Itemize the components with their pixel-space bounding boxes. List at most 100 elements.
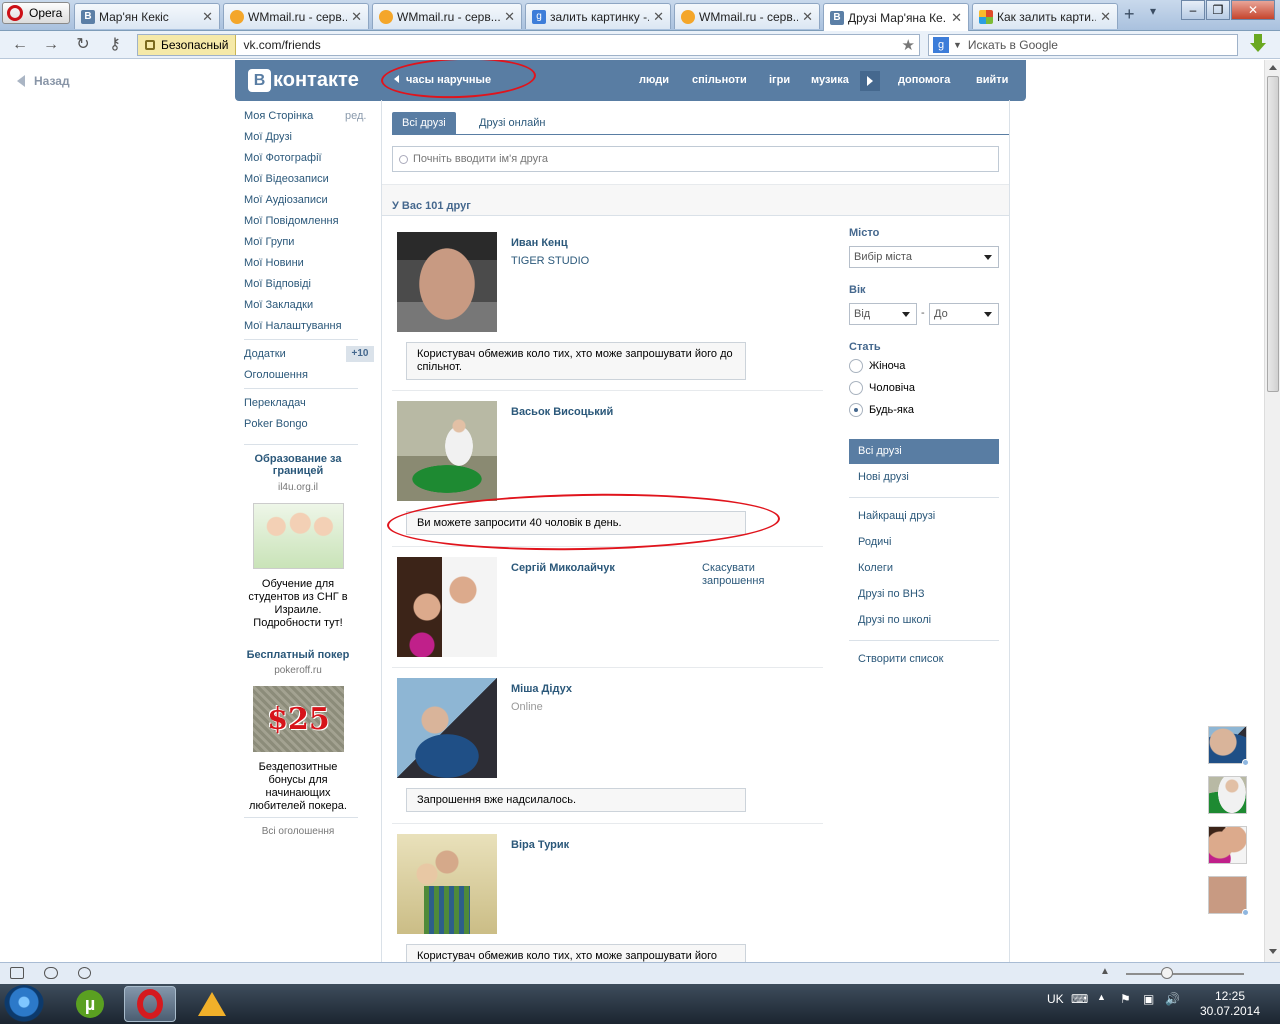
browser-tab[interactable]: g залить картинку -... ✕	[525, 3, 671, 29]
menu-logout[interactable]: вийти	[976, 74, 1008, 86]
nav-my-messages[interactable]: Мої Повідомлення	[244, 215, 339, 227]
zoom-out-icon[interactable]: ▲	[1100, 966, 1110, 977]
restore-icon[interactable]: ❐	[1206, 0, 1230, 20]
friend-name[interactable]: Иван Кенц	[511, 237, 568, 249]
opera-unite-icon[interactable]	[44, 967, 58, 979]
panel-toggle-icon[interactable]	[10, 967, 24, 979]
browser-search-field[interactable]: g ▼ Искать в Google	[928, 34, 1238, 56]
nav-my-videos[interactable]: Мої Відеозаписи	[244, 173, 329, 185]
bookmark-star-icon[interactable]: ★	[902, 36, 919, 54]
age-from-select[interactable]: Від	[849, 303, 917, 325]
nav-my-replies[interactable]: Мої Відповіді	[244, 278, 311, 290]
nav-edit-link[interactable]: ред.	[345, 110, 366, 122]
taskbar-opera[interactable]	[124, 986, 176, 1022]
menu-games[interactable]: ігри	[769, 74, 790, 86]
scroll-down-icon[interactable]	[1268, 946, 1278, 958]
browser-tab[interactable]: Как залить карти... ✕	[972, 3, 1118, 29]
friend-photo[interactable]	[397, 232, 497, 332]
sex-option-male[interactable]: Чоловіча	[849, 381, 915, 395]
cancel-invite-link[interactable]: Скасувати запрошення	[702, 562, 782, 588]
close-tab-icon[interactable]: ✕	[802, 9, 813, 25]
friend-name[interactable]: Васьок Висоцький	[511, 406, 613, 418]
close-tab-icon[interactable]: ✕	[504, 9, 515, 25]
back-link[interactable]: Назад	[17, 74, 70, 88]
taskbar-utorrent[interactable]: µ	[64, 986, 116, 1022]
list-best-friends[interactable]: Найкращі друзі	[849, 504, 999, 529]
forward-arrow-icon[interactable]: →	[40, 35, 62, 55]
city-select[interactable]: Вибір міста	[849, 246, 999, 268]
list-university-friends[interactable]: Друзі по ВНЗ	[849, 582, 999, 607]
nav-my-photos[interactable]: Мої Фотографії	[244, 152, 322, 164]
windows-start-icon[interactable]	[4, 985, 44, 1023]
turbo-icon[interactable]	[78, 967, 91, 979]
chat-avatar[interactable]	[1208, 726, 1249, 766]
close-tab-icon[interactable]: ✕	[653, 9, 664, 25]
system-clock[interactable]: 12:25 30.07.2014	[1190, 989, 1270, 1019]
keyboard-icon[interactable]: ⌨	[1071, 992, 1088, 1006]
chat-avatar[interactable]	[1208, 826, 1247, 864]
tab-list-icon[interactable]: ▾	[1150, 4, 1156, 18]
ad-title[interactable]: Бесплатный покер	[244, 649, 352, 661]
menu-communities[interactable]: спільноти	[692, 74, 747, 86]
scroll-thumb[interactable]	[1267, 76, 1279, 392]
friend-photo[interactable]	[397, 401, 497, 501]
friend-name[interactable]: Міша Дідух	[511, 683, 572, 695]
list-relatives[interactable]: Родичі	[849, 530, 999, 555]
close-tab-icon[interactable]: ✕	[351, 9, 362, 25]
list-new-friends[interactable]: Нові друзі	[849, 465, 999, 490]
browser-tab[interactable]: WMmail.ru - серв... ✕	[223, 3, 369, 29]
new-tab-icon[interactable]: +	[1124, 4, 1135, 25]
language-indicator[interactable]: UK	[1047, 992, 1064, 1006]
radio-icon[interactable]	[849, 381, 863, 395]
taskbar-aimp[interactable]	[186, 986, 238, 1022]
network-icon[interactable]: ▣	[1143, 992, 1154, 1006]
opera-menu-button[interactable]: Opera	[2, 2, 70, 24]
tab-all-friends[interactable]: Всі друзі	[392, 112, 456, 135]
menu-help[interactable]: допомога	[898, 74, 950, 86]
address-field[interactable]: Безопасный vk.com/friends ★	[137, 34, 920, 56]
ad-title[interactable]: Образование за границей	[244, 453, 352, 477]
nav-my-page[interactable]: Моя Сторінка	[244, 110, 313, 122]
nav-my-settings[interactable]: Мої Налаштування	[244, 320, 342, 332]
age-to-select[interactable]: До	[929, 303, 999, 325]
nav-apps[interactable]: Додатки	[244, 348, 286, 360]
ad-text[interactable]: Обучение для студентов из СНГ в Израиле.…	[244, 578, 352, 630]
ad-image[interactable]: $25	[253, 686, 344, 752]
nav-poker-bongo[interactable]: Poker Bongo	[244, 418, 308, 430]
all-ads-link[interactable]: Всі оголошення	[244, 826, 352, 837]
security-badge[interactable]: Безопасный	[138, 35, 237, 55]
radio-icon[interactable]	[849, 359, 863, 373]
action-center-flag-icon[interactable]: ⚑	[1120, 992, 1131, 1006]
reload-icon[interactable]: ↻	[72, 35, 94, 55]
radio-selected-icon[interactable]	[849, 403, 863, 417]
friend-group[interactable]: TIGER STUDIO	[511, 255, 589, 267]
show-hidden-icons-icon[interactable]: ▲	[1097, 992, 1106, 1002]
ad-image[interactable]	[253, 503, 344, 569]
apps-count-badge[interactable]: +10	[346, 346, 374, 362]
back-arrow-icon[interactable]: ←	[9, 35, 31, 55]
key-icon[interactable]: ⚷	[104, 35, 126, 55]
create-list-link[interactable]: Створити список	[849, 647, 999, 672]
nav-my-groups[interactable]: Мої Групи	[244, 236, 294, 248]
friend-search-input[interactable]: Почніть вводити ім'я друга	[392, 146, 999, 172]
url-text[interactable]: vk.com/friends	[236, 38, 901, 52]
list-all-friends[interactable]: Всі друзі	[849, 439, 999, 464]
chat-avatar[interactable]	[1208, 876, 1249, 916]
nav-my-news[interactable]: Мої Новини	[244, 257, 304, 269]
chat-avatar[interactable]	[1208, 776, 1247, 814]
menu-people[interactable]: люди	[639, 74, 669, 86]
search-engine-dropdown-icon[interactable]: ▼	[953, 40, 962, 50]
zoom-slider-track[interactable]	[1126, 973, 1244, 975]
close-tab-icon[interactable]: ✕	[951, 10, 962, 26]
close-window-icon[interactable]: ✕	[1231, 0, 1275, 20]
minimize-icon[interactable]: –	[1181, 0, 1205, 20]
menu-music[interactable]: музика	[811, 74, 849, 86]
menu-more-arrow-icon[interactable]	[860, 71, 880, 91]
list-school-friends[interactable]: Друзі по школі	[849, 608, 999, 633]
friend-photo[interactable]	[397, 834, 497, 934]
nav-translator[interactable]: Перекладач	[244, 397, 306, 409]
nav-my-bookmarks[interactable]: Мої Закладки	[244, 299, 313, 311]
nav-my-audio[interactable]: Мої Аудіозаписи	[244, 194, 328, 206]
ad-text[interactable]: Бездепозитные бонусы для начинающих люби…	[244, 761, 352, 813]
nav-my-friends[interactable]: Мої Друзі	[244, 131, 292, 143]
